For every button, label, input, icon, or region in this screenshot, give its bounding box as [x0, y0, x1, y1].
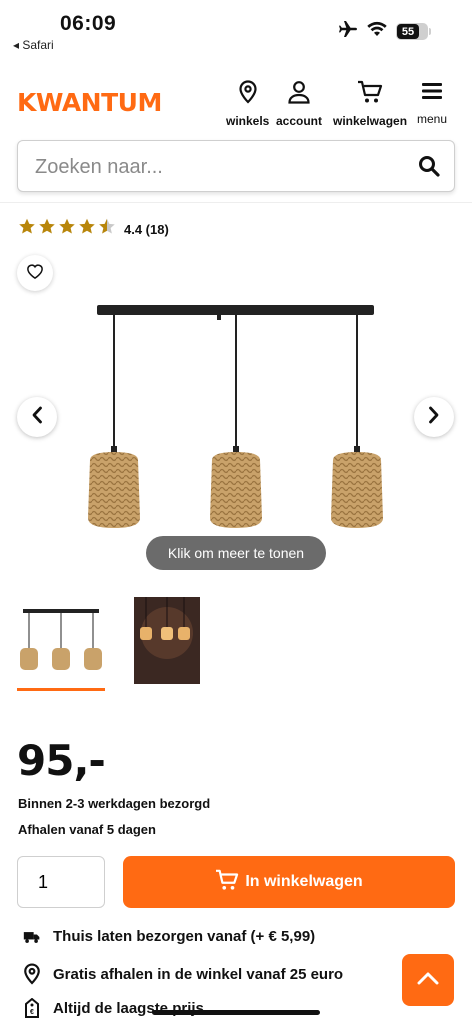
product-price: 95,-: [17, 736, 106, 785]
wifi-icon: [367, 21, 387, 42]
site-header: KWANTUM winkels account winkelwagen menu: [0, 72, 472, 132]
chevron-right-icon: [428, 406, 440, 429]
active-thumbnail-indicator: [17, 688, 105, 691]
carousel-prev-button[interactable]: [17, 397, 57, 437]
quantity-input[interactable]: [17, 856, 105, 908]
kwantum-logo[interactable]: KWANTUM: [17, 88, 162, 117]
carousel-next-button[interactable]: [414, 397, 454, 437]
delivery-time: Binnen 2-3 werkdagen bezorgd: [18, 796, 211, 811]
scroll-to-top-button[interactable]: [402, 954, 454, 1006]
nav-account-label: account: [276, 114, 323, 128]
back-to-safari-link[interactable]: ◂ Safari: [13, 38, 54, 52]
header-divider: [0, 202, 472, 203]
nav-winkelwagen-label: winkelwagen: [333, 114, 408, 128]
nav-winkels[interactable]: winkels: [226, 80, 269, 128]
product-image[interactable]: [76, 300, 396, 541]
nav-winkelwagen[interactable]: winkelwagen: [333, 80, 407, 128]
nav-menu[interactable]: menu: [417, 80, 447, 126]
click-more-tooltip[interactable]: Klik om meer te tonen: [146, 536, 326, 570]
user-icon: [287, 80, 311, 109]
truck-icon: [20, 930, 44, 944]
thumbnail-1[interactable]: [17, 598, 105, 678]
search-input[interactable]: [35, 153, 395, 181]
usp-pickup: Gratis afhalen in de winkel vanaf 25 eur…: [20, 963, 343, 985]
nav-winkels-label: winkels: [226, 114, 270, 128]
favorite-button[interactable]: [17, 255, 53, 291]
star-icon: [78, 218, 96, 240]
usp-text: Thuis laten bezorgen vanaf (+ € 5,99): [53, 928, 316, 945]
usp-lowest-price: € Altijd de laagste prijs: [20, 998, 204, 1018]
airplane-icon: [338, 20, 358, 43]
svg-text:€: €: [30, 1009, 34, 1016]
price-tag-icon: €: [20, 998, 44, 1018]
home-indicator: [152, 1010, 320, 1015]
location-pin-icon: [20, 963, 44, 985]
star-icon: [18, 218, 36, 240]
search-bar: [17, 140, 455, 192]
cart-icon: [357, 80, 383, 109]
add-to-cart-button[interactable]: In winkelwagen: [123, 856, 455, 908]
usp-text: Gratis afhalen in de winkel vanaf 25 eur…: [53, 965, 344, 983]
hamburger-icon: [421, 80, 443, 107]
usp-delivery: Thuis laten bezorgen vanaf (+ € 5,99): [20, 928, 315, 945]
nav-menu-label: menu: [417, 112, 448, 126]
chevron-left-icon: [31, 406, 43, 429]
product-rating[interactable]: 4.4 (18): [18, 218, 169, 240]
star-icon: [38, 218, 56, 240]
status-icons: 55: [338, 20, 431, 43]
half-star-icon: [98, 218, 116, 240]
location-pin-icon: [238, 80, 258, 109]
clock: 06:09: [60, 12, 117, 35]
add-to-cart-label: In winkelwagen: [245, 873, 363, 890]
search-icon[interactable]: [418, 155, 440, 182]
thumbnail-2[interactable]: [134, 597, 200, 684]
pickup-time: Afhalen vanaf 5 dagen: [18, 822, 156, 837]
battery-icon: 55: [396, 23, 431, 40]
chevron-up-icon: [417, 971, 439, 990]
status-bar: 06:09 ◂ Safari 55: [0, 0, 472, 58]
heart-icon: [26, 263, 44, 284]
cart-icon: [215, 869, 239, 896]
rating-text: 4.4 (18): [124, 221, 169, 237]
star-icon: [58, 218, 76, 240]
battery-level: 55: [397, 24, 419, 39]
nav-account[interactable]: account: [276, 80, 322, 128]
